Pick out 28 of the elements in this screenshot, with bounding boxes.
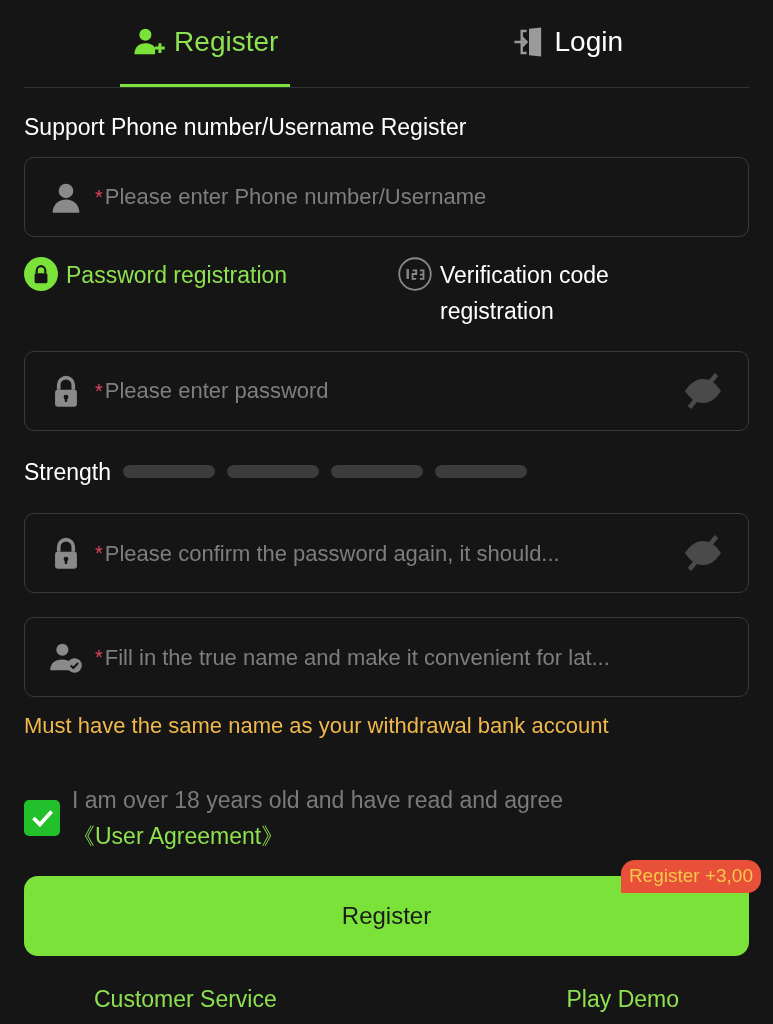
user-agreement-link[interactable]: 《User Agreement》 bbox=[72, 823, 285, 849]
text-input[interactable]: Fill in the true name and make it convenient for lat... bbox=[104, 640, 724, 674]
agreement-text: I am over 18 years old and have read and agree 《User Agreement》 bbox=[72, 786, 564, 851]
eye-slash-icon[interactable] bbox=[682, 532, 724, 574]
text-input[interactable]: Please enter Phone number/Username bbox=[104, 180, 724, 213]
input-field[interactable]: *Please enter Phone number/Username bbox=[24, 156, 749, 237]
required-mark: * bbox=[95, 541, 103, 566]
required-mark: * bbox=[95, 645, 103, 670]
input-field[interactable]: *Please confirm the password again, it should... bbox=[24, 513, 749, 593]
text-input[interactable]: Please confirm the password again, it should... bbox=[104, 536, 682, 570]
input-field[interactable]: *Please enter password bbox=[24, 350, 749, 431]
name-hint: Must have the same name as your withdrawal bank account bbox=[24, 712, 610, 740]
numbers-icon bbox=[398, 256, 432, 291]
lock-icon bbox=[24, 256, 58, 291]
bonus-badge: Register +3,00 bbox=[620, 860, 761, 893]
input-field[interactable]: *Fill in the true name and make it convenient for lat... bbox=[24, 617, 749, 697]
text-input[interactable]: Please enter password bbox=[104, 374, 682, 407]
method-option[interactable]: Password registration bbox=[24, 256, 374, 335]
required-mark: * bbox=[95, 184, 103, 210]
method-option[interactable]: Verification code registration bbox=[398, 256, 648, 335]
tab[interactable]: Register bbox=[120, 0, 291, 87]
tab[interactable]: Login bbox=[500, 0, 635, 87]
footer-link[interactable]: Play Demo bbox=[566, 982, 679, 1017]
required-mark: * bbox=[95, 378, 103, 404]
footer-link[interactable]: Customer Service bbox=[94, 982, 277, 1017]
strength-label: Strength bbox=[24, 457, 111, 487]
checkbox[interactable] bbox=[24, 800, 60, 836]
section-heading: Support Phone number/Username Register bbox=[24, 113, 468, 142]
